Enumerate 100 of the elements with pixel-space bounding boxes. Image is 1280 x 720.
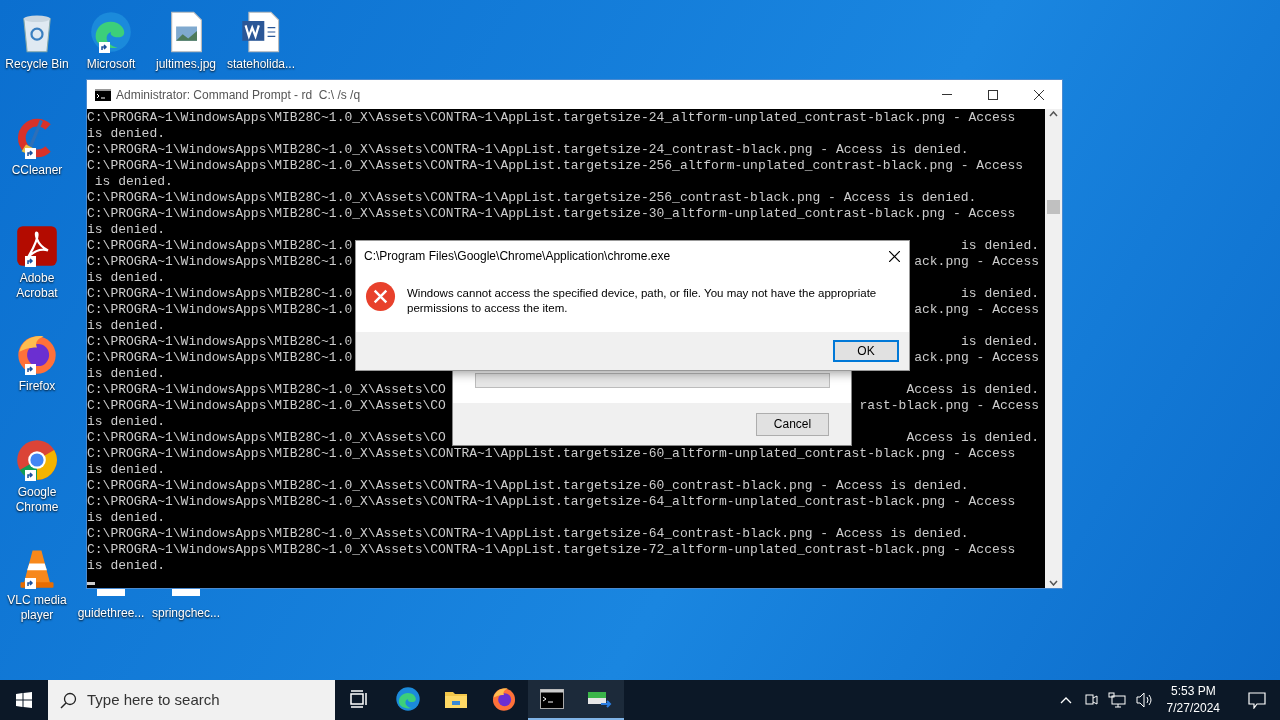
console-line: C:\PROGRA~1\WindowsApps\MIB28C~1.0 bbox=[87, 238, 353, 254]
ok-button[interactable]: OK bbox=[833, 340, 899, 362]
cancel-button[interactable]: Cancel bbox=[756, 412, 829, 436]
desktop-shortcut[interactable]: Adobe Acrobat bbox=[2, 222, 72, 301]
console-line: ack.png - Access bbox=[914, 302, 1040, 318]
dialog-title: C:\Program Files\Google\Chrome\Application\chrome.exe bbox=[364, 248, 671, 265]
close-icon bbox=[888, 250, 900, 262]
shortcut-label: Adobe Acrobat bbox=[15, 271, 59, 301]
shortcut-label: Firefox bbox=[18, 379, 56, 394]
console-line: C:\PROGRA~1\WindowsApps\MIB28C~1.0 bbox=[87, 350, 353, 366]
text-cursor bbox=[87, 582, 95, 585]
console-line: ack.png - Access bbox=[914, 350, 1040, 366]
console-line: is denied. bbox=[87, 414, 165, 430]
terminal-icon bbox=[95, 88, 111, 101]
console-line: C:\PROGRA~1\WindowsApps\MIB28C~1.0_X\Assets\CONTRA~1\AppList.targetsize-64_altform-unplated_contrast-black.png - Access bbox=[87, 494, 1016, 510]
console-line: C:\PROGRA~1\WindowsApps\MIB28C~1.0_X\Assets\CONTRA~1\AppList.targetsize-24_contrast-black.png - Access is denied. bbox=[87, 142, 969, 158]
console-line: is denied. bbox=[87, 510, 165, 526]
scroll-up-icon bbox=[1049, 111, 1058, 117]
speech-bubble-icon bbox=[1248, 691, 1266, 709]
shortcut-label: VLC media player bbox=[6, 593, 68, 623]
desktop-shortcut[interactable]: CCleaner bbox=[2, 114, 72, 178]
search-icon bbox=[60, 691, 77, 709]
console-line: is denied. bbox=[87, 366, 165, 382]
folder-icon bbox=[444, 689, 468, 709]
chevron-up-icon bbox=[1059, 696, 1072, 704]
edge-icon bbox=[89, 10, 133, 54]
shortcut-label: stateholida... bbox=[226, 57, 295, 72]
shortcut-label: CCleaner bbox=[11, 163, 63, 178]
console-line: is denied. bbox=[961, 238, 1040, 254]
scrollbar-thumb[interactable] bbox=[1047, 200, 1060, 214]
clock-time[interactable]: 5:53 PM bbox=[1170, 683, 1216, 700]
shortcut-arrow-icon bbox=[25, 256, 36, 267]
shortcut-label: guidethree... bbox=[77, 606, 145, 621]
desktop-shortcut[interactable]: Microsoft bbox=[74, 8, 148, 72]
console-line: Access is denied. bbox=[906, 430, 1040, 446]
console-line: is denied. bbox=[87, 270, 165, 286]
console-line: C:\PROGRA~1\WindowsApps\MIB28C~1.0_X\Assets\CONTRA~1\AppList.targetsize-60_contrast-black.png - Access is denied. bbox=[87, 478, 969, 494]
error-icon bbox=[365, 281, 396, 312]
search-field[interactable]: Type here to search bbox=[48, 680, 335, 720]
clock-date[interactable]: 7/27/2024 bbox=[1166, 700, 1220, 717]
console-line: is denied. bbox=[961, 286, 1040, 302]
shortcut-label: Microsoft bbox=[86, 57, 136, 72]
search-input[interactable]: Type here to search bbox=[87, 688, 307, 712]
console-line: C:\PROGRA~1\WindowsApps\MIB28C~1.0_X\Assets\CO bbox=[87, 430, 446, 446]
console-line: is denied. bbox=[93, 174, 173, 190]
console-line: C:\PROGRA~1\WindowsApps\MIB28C~1.0_X\Assets\CONTRA~1\AppList.targetsize-24_altform-unplated_contrast-black.png - Access bbox=[87, 110, 1016, 126]
console-line: C:\PROGRA~1\WindowsApps\MIB28C~1.0_X\Assets\CONTRA~1\AppList.targetsize-64_contrast-black.png - Access is denied. bbox=[87, 526, 969, 542]
network-icon bbox=[1107, 692, 1126, 708]
desktop-shortcut[interactable]: stateholida... bbox=[224, 8, 298, 72]
scroll-down-icon bbox=[1049, 580, 1058, 586]
desktop-shortcut[interactable]: Recycle Bin bbox=[2, 8, 72, 72]
shortcut-arrow-icon bbox=[25, 148, 36, 159]
acrobat-icon bbox=[15, 224, 59, 268]
console-line: C:\PROGRA~1\WindowsApps\MIB28C~1.0 bbox=[87, 254, 353, 270]
console-line: is denied. bbox=[961, 334, 1040, 350]
console-line: C:\PROGRA~1\WindowsApps\MIB28C~1.0_X\Assets\CONTRA~1\AppList.targetsize-72_altform-unplated_contrast-black.png - Access bbox=[87, 542, 1016, 558]
speaker-icon bbox=[1135, 692, 1154, 708]
window-title: Administrator: Command Prompt - rd C:\ /s /q bbox=[116, 86, 361, 104]
console-line: C:\PROGRA~1\WindowsApps\MIB28C~1.0 bbox=[87, 334, 353, 350]
console-line: C:\PROGRA~1\WindowsApps\MIB28C~1.0 bbox=[87, 286, 353, 302]
console-line: rast-black.png - Access bbox=[859, 398, 1040, 414]
console-line: is denied. bbox=[87, 558, 165, 574]
console-line: C:\PROGRA~1\WindowsApps\MIB28C~1.0_X\Assets\CONTRA~1\AppList.targetsize-256_contrast-black.png - Access is denied. bbox=[87, 190, 977, 206]
windows-logo-icon bbox=[16, 692, 32, 708]
shortcut-label: springchec... bbox=[151, 606, 220, 621]
taskbar-app-button[interactable] bbox=[528, 680, 576, 720]
console-line: is denied. bbox=[87, 222, 165, 238]
console-line: C:\PROGRA~1\WindowsApps\MIB28C~1.0_X\Assets\CONTRA~1\AppList.targetsize-256_altform-unplated_contrast-black.png - Access bbox=[87, 158, 1024, 174]
minimize-icon bbox=[942, 94, 952, 95]
desktop-shortcut[interactable]: VLC media player bbox=[2, 544, 72, 623]
shortcut-arrow-icon bbox=[25, 470, 36, 481]
terminal-icon bbox=[540, 689, 564, 709]
maximize-icon bbox=[988, 89, 998, 100]
close-icon bbox=[1034, 89, 1044, 100]
console-line: C:\PROGRA~1\WindowsApps\MIB28C~1.0_X\Assets\CONTRA~1\AppList.targetsize-60_altform-unplated_contrast-black.png - Access bbox=[87, 446, 1016, 462]
camera-icon bbox=[1083, 692, 1098, 708]
console-line: is denied. bbox=[87, 462, 165, 478]
desktop-shortcut[interactable]: Google Chrome bbox=[2, 436, 72, 515]
desktop-shortcut[interactable]: jultimes.jpg bbox=[149, 8, 223, 72]
shortcut-arrow-icon bbox=[25, 364, 36, 375]
console-line: Access is denied. bbox=[906, 382, 1040, 398]
firefox-icon bbox=[491, 686, 517, 712]
shortcut-arrow-icon bbox=[25, 578, 36, 589]
shortcut-label: Recycle Bin bbox=[5, 57, 69, 72]
console-line: is denied. bbox=[87, 126, 165, 142]
taskbar-app-button[interactable] bbox=[576, 680, 624, 720]
shortcut-label: jultimes.jpg bbox=[156, 57, 216, 72]
console-line: C:\PROGRA~1\WindowsApps\MIB28C~1.0_X\Assets\CONTRA~1\AppList.targetsize-30_altform-unplated_contrast-black.png - Access bbox=[87, 206, 1016, 222]
console-line: C:\PROGRA~1\WindowsApps\MIB28C~1.0_X\Assets\CO bbox=[87, 398, 446, 414]
console-line: C:\PROGRA~1\WindowsApps\MIB28C~1.0_X\Assets\CO bbox=[87, 382, 446, 398]
edge-icon bbox=[395, 686, 421, 712]
desktop-shortcut[interactable]: Firefox bbox=[2, 330, 72, 394]
shortcut-arrow-icon bbox=[99, 42, 110, 53]
shortcut-label: Google Chrome bbox=[14, 485, 60, 515]
console-line: ack.png - Access bbox=[914, 254, 1040, 270]
chrome-icon bbox=[15, 438, 59, 482]
console-line: C:\PROGRA~1\WindowsApps\MIB28C~1.0 bbox=[87, 302, 353, 318]
error-message: Windows cannot access the specified device, path, or file. You may not have the appropriate permissions to access the item. bbox=[407, 286, 878, 316]
scrollbar[interactable] bbox=[1045, 109, 1062, 588]
console-line: is denied. bbox=[87, 318, 165, 334]
